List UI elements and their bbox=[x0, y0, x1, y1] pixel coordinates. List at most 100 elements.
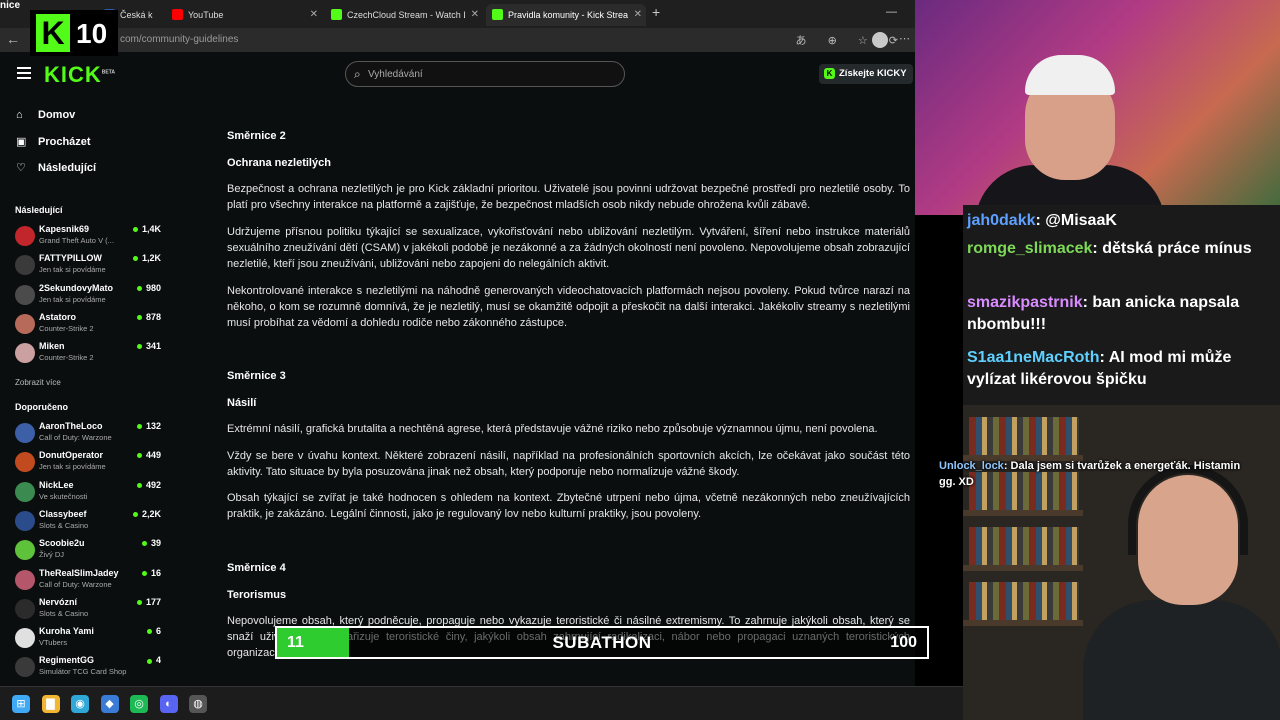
channel-category: Slots & Casino bbox=[39, 520, 89, 530]
spotify-icon[interactable]: ◎ bbox=[130, 695, 148, 713]
channel-name: NickLee bbox=[39, 479, 74, 490]
channel-avatar bbox=[15, 284, 35, 305]
webcam-feed-bottom bbox=[963, 405, 1280, 720]
channel-item[interactable]: Astatoro Counter-Strike 2 878 bbox=[15, 312, 165, 338]
channel-item[interactable]: Kuroha Yami VTubers 6 bbox=[15, 626, 165, 652]
browser-window: Česká k YouTube ✕ CzechCloud Stream - Wa… bbox=[0, 0, 915, 686]
show-more-link[interactable]: Zobrazit více bbox=[15, 378, 61, 387]
channel-item[interactable]: AaronTheLoco Call of Duty: Warzone 132 bbox=[15, 421, 165, 447]
channel-category: Živý DJ bbox=[39, 550, 64, 560]
menu-icon[interactable] bbox=[17, 67, 31, 79]
tab-community-guidelines[interactable]: Pravidla komunity - Kick Streaming ✕ bbox=[486, 4, 646, 26]
channel-category: Call of Duty: Warzone bbox=[39, 433, 112, 442]
channel-avatar bbox=[15, 313, 35, 334]
tab-youtube[interactable]: YouTube ✕ bbox=[166, 4, 322, 26]
sidebar-item-following[interactable]: ♡ Následující bbox=[16, 159, 96, 177]
channel-name: 2SekundovyMato bbox=[39, 282, 114, 293]
channel-category: Counter-Strike 2 bbox=[39, 353, 94, 363]
channel-avatar bbox=[15, 481, 35, 502]
streamer-body bbox=[1083, 600, 1280, 720]
url-field[interactable]: com/community-guidelines bbox=[120, 34, 238, 45]
channel-name: DonutOperator bbox=[39, 450, 103, 461]
chat-username: romge_slimacek bbox=[967, 240, 1093, 257]
channel-item[interactable]: Kapesnik69 Grand Theft Auto V (... 1,4K bbox=[15, 224, 165, 250]
channel-item[interactable]: Scoobie2u Živý DJ 39 bbox=[15, 538, 165, 564]
obs-icon[interactable]: ◍ bbox=[189, 695, 207, 713]
close-tab-icon[interactable]: ✕ bbox=[471, 4, 479, 26]
get-kicky-button[interactable]: K Získejte KICKY bbox=[819, 64, 913, 84]
paragraph: Udržujeme přísnou politiku týkající se s… bbox=[227, 226, 910, 270]
back-arrow-icon[interactable]: ← bbox=[6, 31, 20, 47]
search-icon: ⌕ bbox=[354, 67, 361, 81]
webcam-feed-top bbox=[915, 0, 1280, 215]
kicky-icon: K bbox=[824, 68, 835, 79]
home-icon: ⌂ bbox=[16, 109, 23, 121]
channel-name: Kapesnik69 bbox=[39, 224, 90, 234]
profile-avatar[interactable] bbox=[872, 32, 888, 48]
search-box[interactable]: ⌕ bbox=[345, 61, 625, 87]
chat-username: jah0dakk bbox=[967, 212, 1036, 229]
channel-avatar bbox=[15, 452, 35, 473]
channel-item[interactable]: 2SekundovyMato Jen tak si povídáme 980 bbox=[15, 283, 165, 309]
viewer-count: 878 bbox=[137, 312, 161, 322]
kick-logo-icon: K bbox=[36, 14, 70, 52]
channel-category: Call of Duty: Warzone bbox=[39, 579, 112, 589]
kick-header: KICKBETA ⌕ K Získejte KICKY bbox=[0, 52, 915, 96]
kick-logo[interactable]: KICKBETA bbox=[44, 62, 115, 88]
channel-item[interactable]: NickLee Ve skutečnosti 492 bbox=[15, 480, 165, 506]
more-menu-icon[interactable]: ⋯ bbox=[899, 32, 910, 45]
sidebar-item-label: Domov bbox=[38, 109, 76, 121]
channel-name: Astatoro bbox=[39, 311, 77, 322]
app-icon[interactable]: ◆ bbox=[100, 695, 119, 713]
paragraph: Bezpečnost a ochrana nezletilých je pro … bbox=[227, 183, 910, 211]
minimize-icon[interactable]: — bbox=[886, 6, 897, 18]
channel-item[interactable]: Nervózní Slots & Casino 177 bbox=[15, 597, 165, 623]
paragraph: Nekontrolované interakce s nezletilými n… bbox=[227, 285, 910, 329]
tab-label: CzechCloud Stream - Watch Live o bbox=[347, 10, 465, 20]
bookshelf bbox=[963, 620, 1083, 626]
channel-category: Counter-Strike 2 bbox=[39, 323, 94, 333]
channel-item[interactable]: RegimentGG Simulátor TCG Card Shop 4 bbox=[15, 655, 165, 681]
close-tab-icon[interactable]: ✕ bbox=[310, 4, 318, 26]
tab-label: YouTube bbox=[188, 10, 224, 20]
new-tab-button[interactable]: + bbox=[652, 4, 660, 20]
channel-category: Slots & Casino bbox=[39, 608, 89, 618]
section-subtitle: Terorismus bbox=[227, 589, 287, 601]
channel-category: VTubers bbox=[39, 638, 68, 648]
viewer-count: 2,2K bbox=[133, 509, 161, 519]
channel-item[interactable]: DonutOperator Jen tak si povídáme 449 bbox=[15, 450, 165, 476]
section-title: Směrnice 4 bbox=[227, 562, 286, 574]
chat-panel: jah0dakk: @MisaaK romge_slimacek: dětská… bbox=[963, 205, 1280, 405]
tab-label: Česká k bbox=[120, 10, 153, 20]
edge-icon[interactable]: ◉ bbox=[71, 695, 89, 713]
channel-item[interactable]: Classybeef Slots & Casino 2,2K bbox=[15, 509, 165, 535]
search-input[interactable] bbox=[368, 66, 608, 82]
close-tab-icon[interactable]: ✕ bbox=[634, 4, 642, 26]
channel-category: Jen tak si povídáme bbox=[39, 265, 106, 275]
tab-czechcloud[interactable]: CzechCloud Stream - Watch Live o ✕ bbox=[325, 4, 483, 26]
overlay-corner-text: nice bbox=[0, 0, 21, 11]
chat-username: smazikpastrnik bbox=[967, 294, 1083, 311]
kick-favicon-icon bbox=[331, 9, 342, 20]
browser-toolbar-icons[interactable]: あ ⊕ ☆ ⟳ bbox=[796, 32, 907, 48]
subathon-title: SUBATHON bbox=[552, 633, 652, 652]
get-kicky-label: Získejte KICKY bbox=[839, 68, 907, 79]
browse-icon: ▣ bbox=[16, 136, 27, 148]
sidebar-item-home[interactable]: ⌂ Domov bbox=[16, 106, 75, 124]
discord-icon[interactable]: ◐ bbox=[159, 695, 178, 713]
paragraph: Obsah týkající se zvířat je také hodnoce… bbox=[227, 492, 910, 520]
sidebar-item-browse[interactable]: ▣ Procházet bbox=[16, 133, 91, 151]
windows-icon[interactable]: ⊞ bbox=[12, 695, 30, 713]
chat-username: Unlock_lock bbox=[939, 460, 1004, 472]
channel-item[interactable]: FATTYPILLOW Jen tak si povídáme 1,2K bbox=[15, 253, 165, 279]
viewer-count: 341 bbox=[137, 341, 161, 351]
tab-label: Pravidla komunity - Kick Streaming bbox=[508, 10, 628, 20]
file-explorer-icon[interactable]: ▇ bbox=[41, 695, 60, 713]
channel-avatar bbox=[15, 423, 35, 443]
channel-name: Nervózní bbox=[39, 596, 78, 607]
chat-text: @MisaaK bbox=[1045, 212, 1117, 229]
channel-avatar bbox=[15, 569, 35, 590]
channel-item[interactable]: Miken Counter-Strike 2 341 bbox=[15, 341, 165, 367]
channel-avatar bbox=[15, 343, 35, 364]
channel-item[interactable]: TheRealSlimJadey Call of Duty: Warzone 16 bbox=[15, 568, 165, 594]
